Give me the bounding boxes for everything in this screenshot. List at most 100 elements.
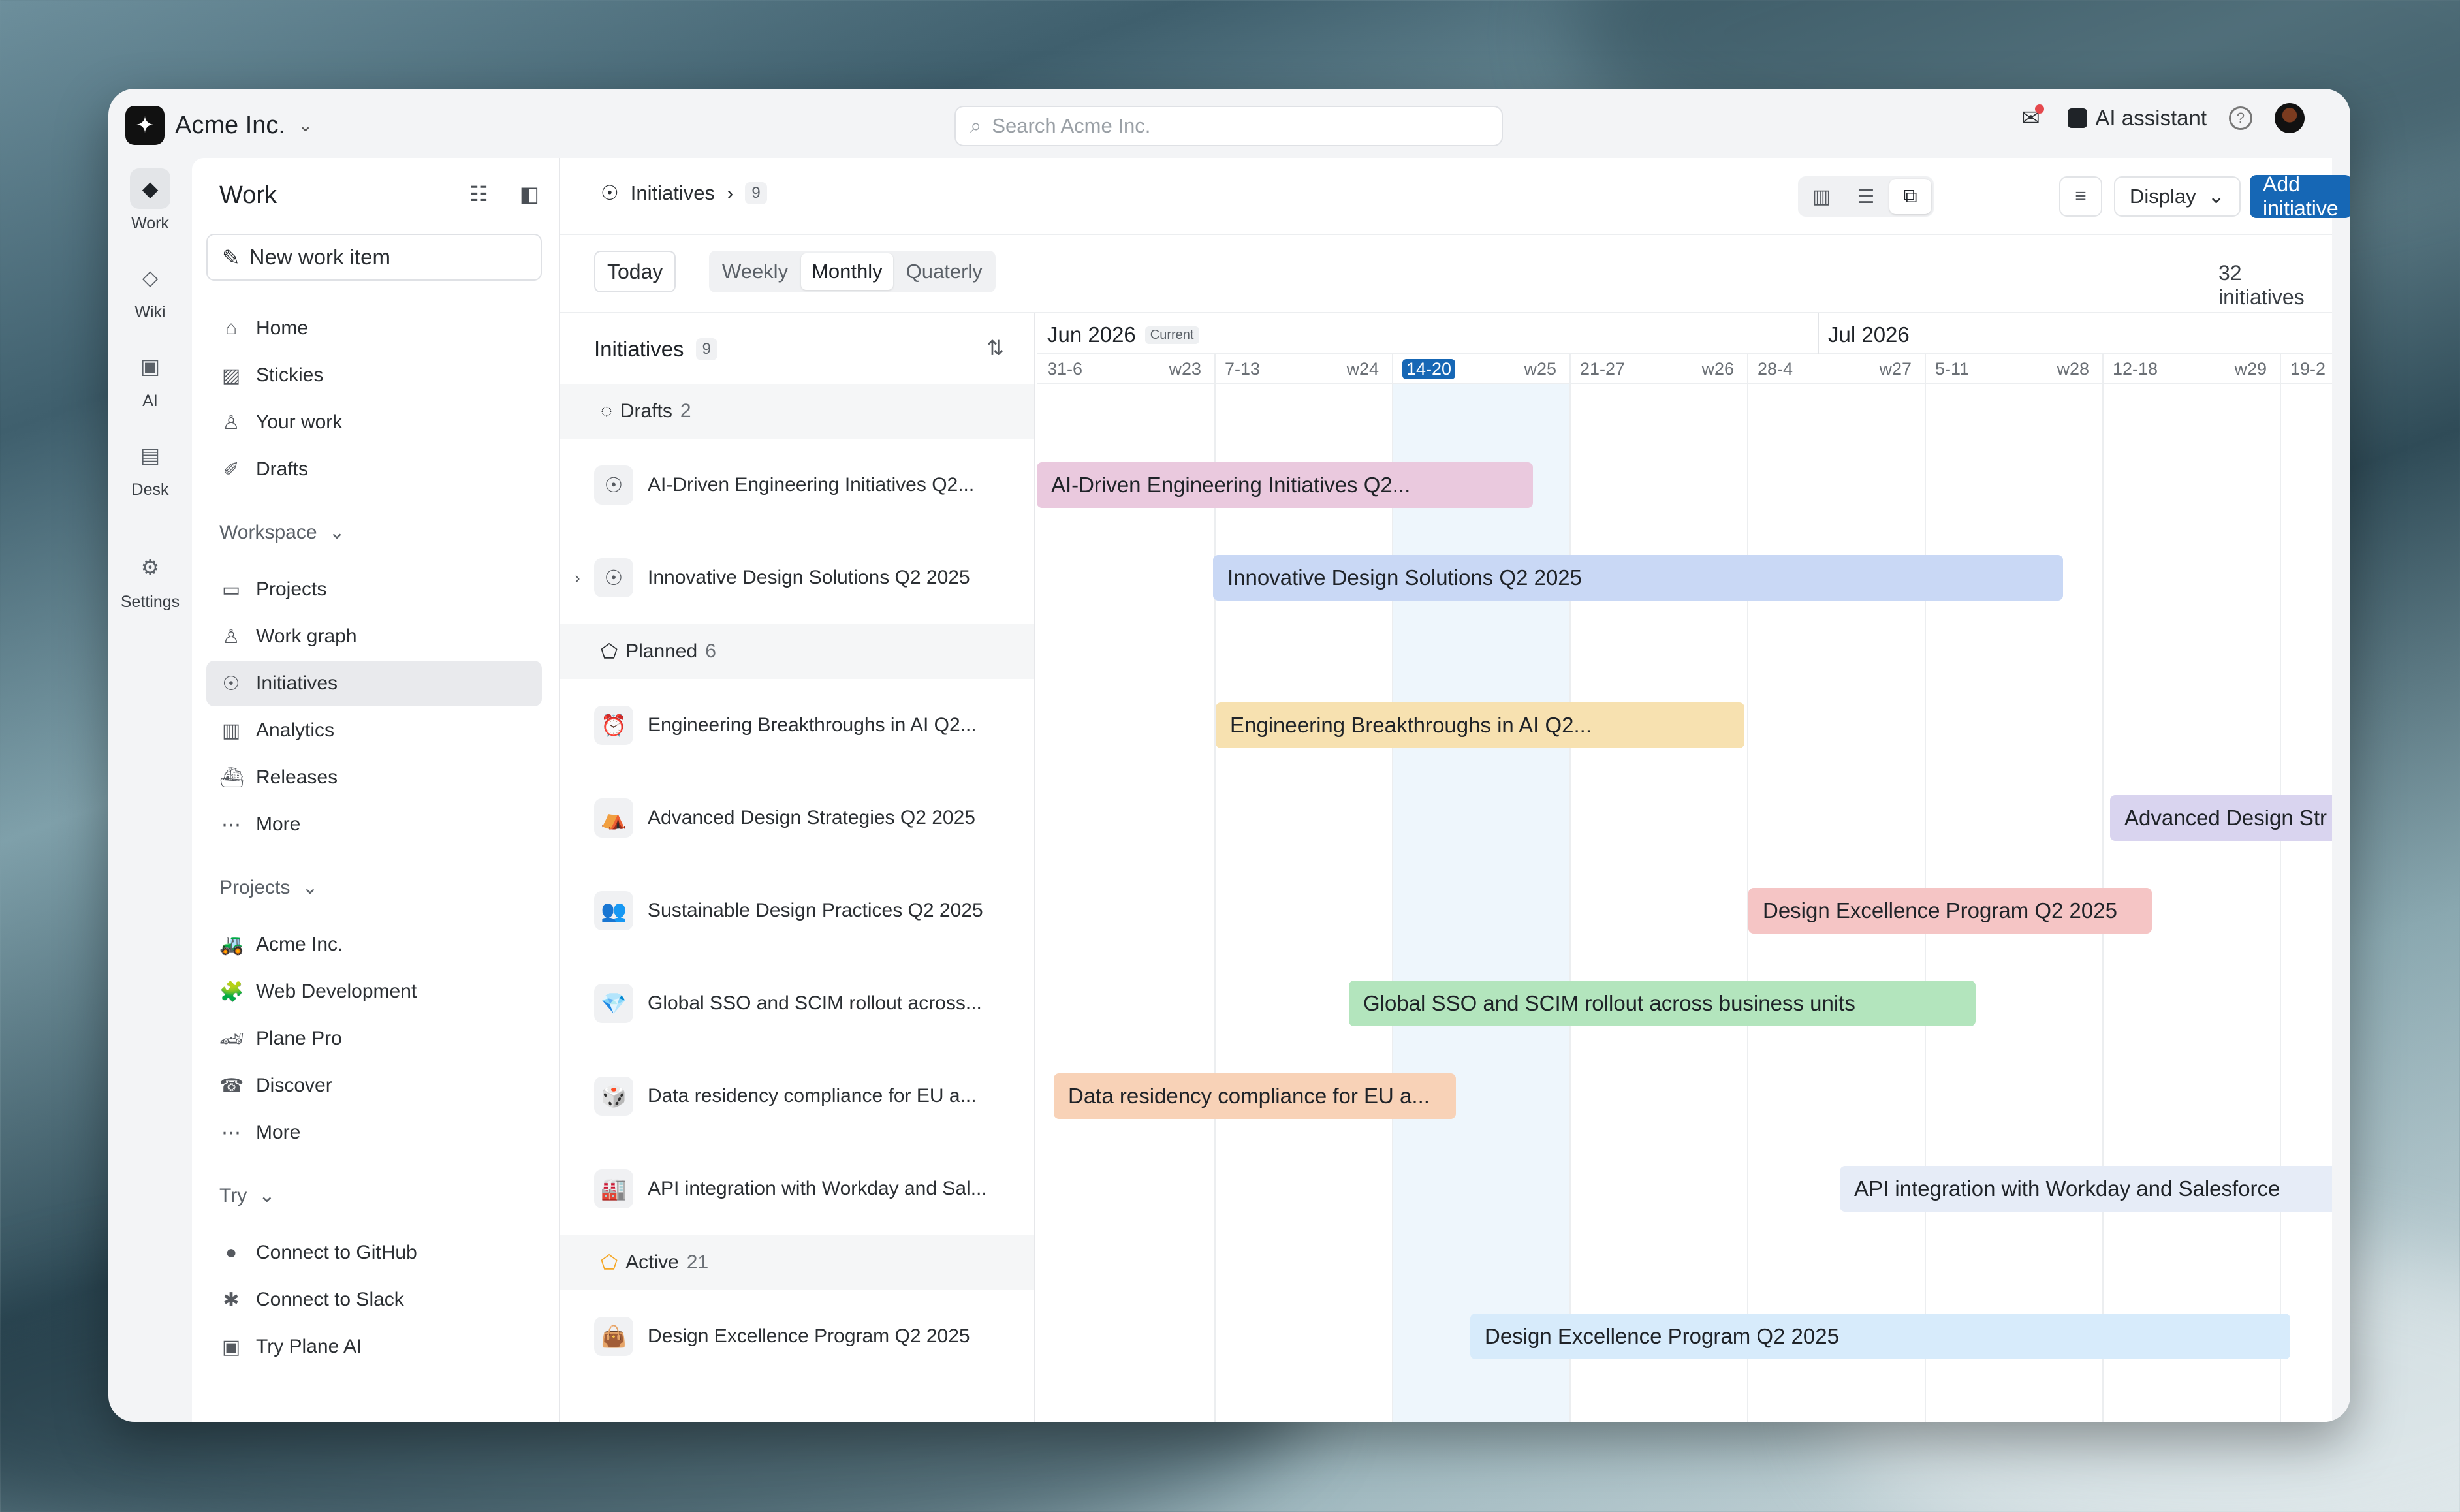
sidebar-item-more[interactable]: ⋯ More (206, 802, 542, 847)
filter-icon[interactable]: ≡ (2059, 176, 2102, 217)
help-icon[interactable]: ? (2229, 106, 2252, 130)
work-icon: ◆ (130, 168, 170, 209)
list-item[interactable]: ⏰ Engineering Breakthroughs in AI Q2... (560, 679, 1034, 772)
timeline-layout-icon[interactable]: ⧉ (1889, 179, 1931, 214)
sidebar-item-label: Initiatives (256, 672, 338, 694)
rail-label: Settings (120, 593, 180, 611)
avatar[interactable] (2275, 103, 2305, 133)
sidebar-item-stickies[interactable]: ▨ Stickies (206, 353, 542, 398)
month-label: Jun 2026 Current (1047, 323, 1199, 347)
user-icon: ♙ (222, 411, 240, 433)
sidebar-project-web-development[interactable]: 🧩 Web Development (206, 969, 542, 1015)
range-quarterly[interactable]: Quaterly (896, 253, 993, 290)
sidebar-toggle-icon[interactable]: ◧ (520, 181, 539, 206)
group-planned[interactable]: ⬠ Planned 6 (560, 624, 1034, 679)
list-item[interactable]: 🎲 Data residency compliance for EU a... (560, 1050, 1034, 1142)
sidebar-try-slack[interactable]: ✱ Connect to Slack (206, 1277, 542, 1323)
search-input[interactable]: ⌕ Search Acme Inc. (954, 106, 1503, 146)
projects-section-header[interactable]: Projects ⌄ (219, 876, 319, 899)
ai-assistant-button[interactable]: AI assistant (2068, 106, 2207, 131)
timeline-bar[interactable]: Engineering Breakthroughs in AI Q2... (1216, 702, 1744, 748)
range-monthly[interactable]: Monthly (801, 253, 893, 290)
timeline-bar[interactable]: API integration with Workday and Salesfo… (1840, 1166, 2332, 1212)
list-header-count: 9 (695, 338, 718, 360)
chart-icon: ▥ (221, 719, 241, 742)
sidebar-item-home[interactable]: ⌂ Home (206, 306, 542, 351)
month-name: Jun 2026 (1047, 323, 1136, 347)
list-item[interactable]: 🏭 API integration with Workday and Sal... (560, 1142, 1034, 1235)
breadcrumb-initiatives[interactable]: Initiatives (631, 181, 715, 205)
sidebar-item-initiatives[interactable]: ☉ Initiatives (206, 661, 542, 706)
telephone-icon: ☎ (219, 1075, 244, 1097)
sidebar-item-analytics[interactable]: ▥ Analytics (206, 708, 542, 753)
list-item-title: Advanced Design Strategies Q2 2025 (648, 807, 975, 828)
sidebar-item-drafts[interactable]: ✐ Drafts (206, 447, 542, 492)
sidebar-item-your-work[interactable]: ♙ Your work (206, 400, 542, 445)
workspace-switcher[interactable]: ✦ Acme Inc. ⌄ (125, 106, 313, 145)
range-weekly[interactable]: Weekly (712, 253, 798, 290)
timeline-bar[interactable]: Innovative Design Solutions Q2 2025 (1213, 555, 2063, 601)
list-layout-icon[interactable]: ☰ (1845, 179, 1887, 214)
timeline-bar[interactable]: AI-Driven Engineering Initiatives Q2... (1037, 462, 1533, 508)
timeline-toolbar: Today Weekly Monthly Quaterly 32 initiat… (560, 235, 2332, 313)
list-item-title: AI-Driven Engineering Initiatives Q2... (648, 474, 975, 496)
timeline-bar[interactable]: Global SSO and SCIM rollout across busin… (1349, 981, 1976, 1026)
sidebar-try-plane-ai[interactable]: ▣ Try Plane AI (206, 1324, 542, 1370)
today-button[interactable]: Today (594, 251, 676, 292)
try-section-header[interactable]: Try ⌄ (219, 1184, 275, 1207)
list-item[interactable]: ☉ AI-Driven Engineering Initiatives Q2... (560, 439, 1034, 531)
sidebar-item-label: Acme Inc. (256, 934, 343, 955)
new-work-item-button[interactable]: ✎ New work item (206, 234, 542, 281)
inbox-icon[interactable]: ✉ (2015, 103, 2045, 133)
home-icon: ⌂ (225, 317, 238, 339)
sidebar-item-label: Web Development (256, 981, 417, 1002)
group-count: 6 (705, 640, 716, 662)
add-initiative-button[interactable]: Add initiative (2250, 172, 2350, 220)
list-item[interactable]: 👥 Sustainable Design Practices Q2 2025 (560, 864, 1034, 957)
sidebar-item-projects[interactable]: ▭ Projects (206, 567, 542, 612)
list-item-title: Sustainable Design Practices Q2 2025 (648, 900, 983, 921)
rail-item-settings[interactable]: ⚙ Settings (108, 547, 192, 612)
group-drafts[interactable]: ◌ Drafts 2 (560, 384, 1034, 439)
sidebar-item-label: Connect to Slack (256, 1289, 404, 1310)
top-bar: ✦ Acme Inc. ⌄ ⌕ Search Acme Inc. ✉ AI as… (108, 89, 2350, 158)
group-name: Planned (625, 640, 698, 662)
sliders-icon[interactable]: ☷ (469, 181, 488, 206)
list-item[interactable]: ⛺ Advanced Design Strategies Q2 2025 (560, 772, 1034, 864)
chevron-right-icon[interactable]: › (575, 568, 580, 588)
display-dropdown[interactable]: Display ⌄ (2114, 176, 2241, 217)
week-header: 31-6 w23 (1037, 354, 1214, 384)
sidebar-item-releases[interactable]: ⛴ Releases (206, 755, 542, 800)
week-number: w25 (1524, 359, 1556, 379)
rail-item-ai[interactable]: ▣ AI (108, 346, 192, 411)
sidebar-project-acme[interactable]: 🚜 Acme Inc. (206, 922, 542, 968)
list-item[interactable]: 💎 Global SSO and SCIM rollout across... (560, 957, 1034, 1050)
sidebar-item-work-graph[interactable]: ♙ Work graph (206, 614, 542, 659)
sidebar-item-label: Analytics (256, 719, 335, 741)
week-gridline (2280, 354, 2281, 1422)
timeline-bar[interactable]: Design Excellence Program Q2 2025 (1748, 888, 2152, 934)
sidebar-project-more[interactable]: ⋯ More (206, 1110, 542, 1156)
timeline-bar[interactable]: Advanced Design Str (2110, 795, 2332, 841)
rail-item-wiki[interactable]: ◇ Wiki (108, 257, 192, 322)
list-item[interactable]: › ☉ Innovative Design Solutions Q2 2025 (560, 531, 1034, 624)
rail-item-desk[interactable]: ▤ Desk (108, 435, 192, 499)
ship-icon: ⛴ (219, 766, 245, 789)
search-icon: ⌕ (970, 114, 982, 137)
timeline-bar[interactable]: Design Excellence Program Q2 2025 (1470, 1314, 2290, 1359)
layout-switcher: ▥ ☰ ⧉ (1798, 176, 1934, 217)
rail-item-work[interactable]: ◆ Work (108, 168, 192, 233)
board-layout-icon[interactable]: ▥ (1801, 179, 1842, 214)
workspace-section-header[interactable]: Workspace ⌄ (219, 521, 345, 544)
sidebar-project-plane-pro[interactable]: 🏎 Plane Pro (206, 1016, 542, 1062)
sidebar-try-github[interactable]: ● Connect to GitHub (206, 1230, 542, 1276)
breadcrumb-count: 9 (745, 182, 767, 204)
timeline-bar[interactable]: Data residency compliance for EU a... (1054, 1073, 1456, 1119)
sidebar-project-discover[interactable]: ☎ Discover (206, 1063, 542, 1109)
github-icon: ● (225, 1242, 238, 1263)
list-item[interactable]: 👜 Design Excellence Program Q2 2025 (560, 1290, 1034, 1383)
sort-icon[interactable]: ⇅ (986, 336, 1004, 360)
alarm-clock-icon: ⏰ (594, 706, 633, 745)
group-active[interactable]: ⬠ Active 21 (560, 1235, 1034, 1290)
main-panel: ☉ Initiatives › 9 ▥ ☰ ⧉ ≡ Display ⌄ Add … (560, 158, 2350, 1422)
